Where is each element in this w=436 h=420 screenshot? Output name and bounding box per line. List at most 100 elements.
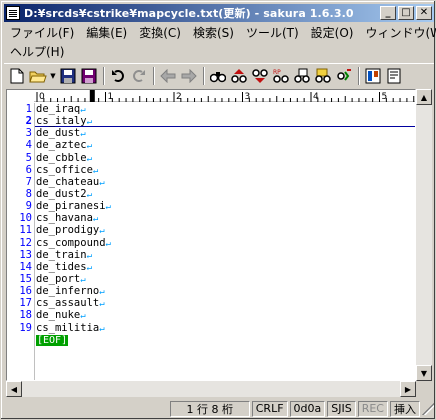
find-icon[interactable]	[208, 66, 228, 86]
text-line[interactable]: de_inferno↵	[35, 285, 415, 297]
text-line[interactable]: de_prodigy↵	[35, 224, 415, 236]
grep-icon[interactable]	[292, 66, 312, 86]
ruler-label: 1	[108, 92, 114, 102]
line-number: 18	[19, 309, 32, 322]
menu-file[interactable]: ファイル(F)	[4, 24, 80, 41]
vertical-scrollbar[interactable]: ▲ ▼	[416, 89, 432, 381]
title-bar[interactable]: D:¥srcds¥cstrike¥mapcycle.txt(更新) - saku…	[4, 4, 434, 22]
line-number: 13	[19, 248, 32, 261]
close-button[interactable]: ✕	[416, 6, 432, 20]
status-encoding[interactable]: SJIS	[327, 400, 356, 417]
text-line[interactable]: de_dust↵	[35, 127, 415, 139]
status-message	[6, 401, 168, 417]
text-editor[interactable]: 012345 1 2 3 4 5 6 7 8 9 10 11 12 13 14 15 16 17 18 19 de_…	[6, 89, 416, 381]
line-text: cs_havana	[36, 212, 93, 225]
text-line[interactable]: cs_militia↵	[35, 322, 415, 334]
bookmark-icon[interactable]	[313, 66, 333, 86]
line-text: de_prodigy	[36, 224, 100, 237]
open-folder-icon[interactable]	[28, 66, 48, 86]
status-newline[interactable]: CRLF	[251, 400, 288, 417]
newline-mark-icon: ↵	[105, 238, 111, 249]
newline-mark-icon: ↵	[92, 165, 99, 176]
newline-mark-icon: ↵	[80, 274, 86, 285]
text-line[interactable]: de_train↵	[35, 249, 415, 261]
line-number: 10	[19, 212, 32, 225]
text-line[interactable]: cs_assault↵	[35, 297, 415, 309]
scroll-down-icon[interactable]: ▼	[416, 365, 432, 381]
text-line[interactable]: de_piranesi↵	[35, 200, 415, 212]
menu-tools[interactable]: ツール(T)	[240, 24, 305, 41]
ruler: 0 1 2 3 4 5	[7, 90, 415, 102]
newline-mark-icon: ↵	[80, 311, 86, 322]
ruler-label: 3	[245, 92, 251, 102]
text-line[interactable]: de_port↵	[35, 273, 415, 285]
line-text: cs_office	[36, 163, 93, 176]
replace-icon[interactable]: RP	[271, 66, 291, 86]
menu-row-2: ヘルプ(H)	[4, 42, 434, 61]
maximize-button[interactable]: □	[398, 6, 414, 20]
newline-mark-icon: ↵	[99, 323, 105, 334]
line-number: 15	[19, 272, 32, 285]
text-line[interactable]: de_tides↵	[35, 261, 415, 273]
status-mode[interactable]: 挿入	[390, 400, 420, 417]
text-line[interactable]: de_chateau↵	[35, 176, 415, 188]
scroll-left-icon[interactable]: ◀	[6, 381, 22, 397]
menu-help[interactable]: ヘルプ(H)	[4, 43, 70, 60]
line-number: 14	[19, 260, 32, 273]
text-line[interactable]: de_iraq↵	[35, 103, 415, 115]
dropdown-icon[interactable]: ▼	[49, 66, 57, 86]
redo-icon[interactable]	[129, 66, 149, 86]
minimize-button[interactable]: _	[380, 6, 396, 20]
jump-back-icon[interactable]	[158, 66, 178, 86]
save-all-icon[interactable]	[79, 66, 99, 86]
text-line[interactable]: cs_compound↵	[35, 237, 415, 249]
text-line[interactable]: cs_italy↵	[35, 115, 415, 128]
menu-settings[interactable]: 設定(O)	[305, 24, 360, 41]
text-line[interactable]: de_aztec↵	[35, 139, 415, 151]
text-line[interactable]: de_cbble↵	[35, 152, 415, 164]
line-number: 17	[19, 297, 32, 310]
find-prev-icon[interactable]	[229, 66, 249, 86]
newline-mark-icon: ↵	[86, 262, 92, 273]
outline-icon[interactable]	[334, 66, 354, 86]
line-text: de_train	[36, 248, 87, 261]
save-icon[interactable]	[58, 66, 78, 86]
line-text: de_port	[36, 272, 81, 285]
newline-mark-icon: ↵	[80, 129, 86, 140]
line-number: 7	[25, 175, 32, 188]
settings-icon[interactable]	[363, 66, 383, 86]
resize-grip[interactable]	[422, 402, 434, 415]
find-next-icon[interactable]	[250, 66, 270, 86]
toolbar-separator	[358, 66, 360, 85]
text-line[interactable]: de_dust2↵	[35, 188, 415, 200]
menu-edit[interactable]: 編集(E)	[80, 24, 133, 41]
scroll-right-icon[interactable]: ▶	[400, 381, 416, 397]
menu-convert[interactable]: 変換(C)	[133, 24, 187, 41]
line-number: 11	[19, 224, 32, 237]
notepad-icon[interactable]	[6, 6, 20, 20]
settings-icon-2[interactable]	[384, 66, 404, 86]
menu-search[interactable]: 検索(S)	[187, 24, 240, 41]
menu-window[interactable]: ウィンドウ(W)	[359, 24, 436, 41]
ruler-scale: 0 1 2 3 4 5	[36, 90, 415, 102]
eof-marker: [EOF]	[36, 334, 69, 346]
text-line[interactable]: de_nuke↵	[35, 309, 415, 321]
text-line[interactable]: cs_office↵	[35, 164, 415, 176]
line-number: 8	[25, 187, 32, 200]
toolbar-separator	[103, 66, 105, 85]
ruler-label: 5	[382, 92, 388, 102]
line-number: 9	[25, 200, 32, 213]
horizontal-scrollbar[interactable]: ◀ ▶	[6, 381, 416, 397]
line-text: de_inferno	[36, 285, 100, 298]
status-rec: REC	[357, 400, 388, 417]
line-number: 3	[25, 127, 32, 140]
line-text: de_chateau	[36, 175, 100, 188]
text-area[interactable]: de_iraq↵ cs_italy↵ de_dust↵ de_aztec↵ de_cbb…	[35, 103, 415, 380]
new-file-icon[interactable]	[7, 66, 27, 86]
undo-icon[interactable]	[108, 66, 128, 86]
text-line[interactable]: cs_havana↵	[35, 212, 415, 224]
scroll-up-icon[interactable]: ▲	[416, 89, 432, 105]
line-text: cs_assault	[36, 297, 100, 310]
jump-forward-icon[interactable]	[179, 66, 199, 86]
newline-mark-icon: ↵	[105, 202, 111, 213]
